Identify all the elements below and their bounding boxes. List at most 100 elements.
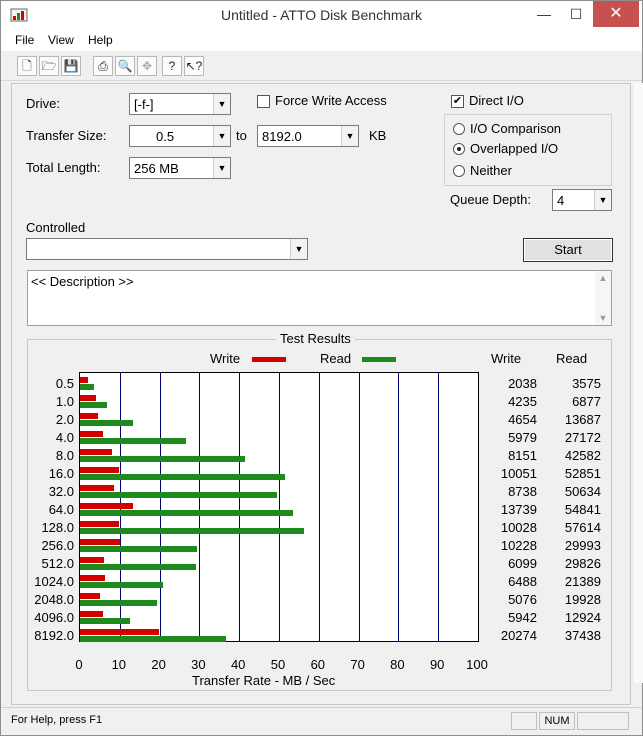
write-bar bbox=[80, 413, 99, 419]
toolbar: 🗋 🗁 💾 ⎙ 🔍 ✥ ? ↖? bbox=[1, 53, 642, 81]
main-panel: Drive: [-f-] ▼ Force Write Access ✔ Dire… bbox=[11, 83, 631, 705]
close-button[interactable]: ✕ bbox=[593, 1, 639, 27]
x-tick-label: 80 bbox=[390, 657, 405, 672]
write-bar bbox=[80, 575, 106, 581]
write-bar bbox=[80, 503, 134, 509]
context-help-icon[interactable]: ↖? bbox=[184, 56, 204, 76]
new-icon[interactable]: 🗋 bbox=[17, 56, 37, 76]
menu-help[interactable]: Help bbox=[88, 33, 113, 47]
transfer-size-row-label: 2048.0 bbox=[34, 592, 74, 607]
controlled-select[interactable]: ▼ bbox=[26, 238, 308, 260]
transfer-size-row-label: 4.0 bbox=[55, 430, 74, 445]
read-bar bbox=[80, 474, 286, 480]
benchmark-chart bbox=[79, 372, 479, 642]
read-bar bbox=[80, 384, 94, 390]
drive-select[interactable]: [-f-] ▼ bbox=[129, 93, 231, 115]
neither-label: Neither bbox=[470, 163, 512, 178]
read-value-cell: 12924 bbox=[564, 610, 601, 625]
write-bar bbox=[80, 629, 159, 635]
transfer-to-select[interactable]: 8192.0 ▼ bbox=[257, 125, 359, 147]
chart-gridline bbox=[319, 373, 320, 641]
total-length-label: Total Length: bbox=[26, 160, 101, 175]
write-value-cell: 4654 bbox=[508, 412, 537, 427]
overlapped-io-radio[interactable] bbox=[453, 143, 465, 155]
write-value-cell: 5076 bbox=[508, 592, 537, 607]
write-value-cell: 6099 bbox=[508, 556, 537, 571]
x-tick-label: 70 bbox=[350, 657, 365, 672]
chart-gridline bbox=[438, 373, 439, 641]
direct-io-label: Direct I/O bbox=[469, 93, 524, 108]
neither-radio[interactable] bbox=[453, 165, 465, 177]
scroll-down-icon[interactable]: ▼ bbox=[595, 313, 611, 323]
open-icon[interactable]: 🗁 bbox=[39, 56, 59, 76]
write-bar bbox=[80, 395, 97, 401]
chevron-down-icon: ▼ bbox=[341, 126, 358, 146]
write-value-cell: 8151 bbox=[508, 448, 537, 463]
write-bar bbox=[80, 431, 104, 437]
legend-read-swatch bbox=[362, 357, 396, 362]
transfer-size-row-label: 0.5 bbox=[55, 376, 74, 391]
read-bar bbox=[80, 492, 277, 498]
chevron-down-icon: ▼ bbox=[213, 94, 230, 114]
chevron-down-icon: ▼ bbox=[290, 239, 307, 259]
io-comparison-radio[interactable] bbox=[453, 123, 465, 135]
x-tick-label: 40 bbox=[230, 657, 246, 672]
read-bar bbox=[80, 420, 134, 426]
read-value-cell: 29993 bbox=[564, 538, 601, 553]
total-length-select[interactable]: 256 MB ▼ bbox=[129, 157, 231, 179]
description-scrollbar[interactable]: ▲ ▼ bbox=[595, 271, 611, 325]
read-bar bbox=[80, 438, 186, 444]
write-value-cell: 6488 bbox=[508, 574, 537, 589]
read-bar bbox=[80, 510, 294, 516]
read-column-header: Read bbox=[556, 351, 588, 366]
write-value-cell: 20274 bbox=[500, 628, 537, 643]
print-preview-icon[interactable]: 🔍 bbox=[115, 56, 135, 76]
read-value-cell: 21389 bbox=[564, 574, 601, 589]
minimize-button[interactable]: — bbox=[529, 1, 559, 27]
menu-view[interactable]: View bbox=[48, 33, 74, 47]
x-tick-label: 100 bbox=[466, 657, 488, 672]
app-window: Untitled - ATTO Disk Benchmark — ☐ ✕ Fil… bbox=[0, 0, 643, 736]
maximize-button[interactable]: ☐ bbox=[561, 1, 591, 27]
write-value-cell: 10028 bbox=[500, 520, 537, 535]
transfer-size-row-label: 4096.0 bbox=[34, 610, 74, 625]
direct-io-checkbox[interactable]: ✔ bbox=[451, 95, 464, 108]
background-window-edge bbox=[634, 83, 643, 683]
x-tick-label: 10 bbox=[111, 657, 127, 672]
legend-write-label: Write bbox=[210, 351, 241, 366]
read-bar bbox=[80, 402, 107, 408]
x-tick-label: 50 bbox=[270, 657, 286, 672]
overlapped-io-label: Overlapped I/O bbox=[470, 141, 559, 156]
x-tick-label: 60 bbox=[310, 657, 326, 672]
chart-gridline bbox=[279, 373, 280, 641]
scroll-up-icon[interactable]: ▲ bbox=[595, 273, 611, 283]
transfer-size-row-label: 1024.0 bbox=[34, 574, 74, 589]
move-icon: ✥ bbox=[137, 56, 157, 76]
status-pane-blank bbox=[511, 712, 537, 730]
read-value-cell: 50634 bbox=[564, 484, 601, 499]
description-textarea[interactable]: << Description >> ▲ ▼ bbox=[27, 270, 612, 326]
write-value-cell: 8738 bbox=[508, 484, 537, 499]
chart-gridline bbox=[160, 373, 161, 641]
legend-read-label: Read bbox=[320, 351, 352, 366]
status-bar: For Help, press F1 NUM bbox=[1, 707, 642, 735]
queue-depth-select[interactable]: 4 ▼ bbox=[552, 189, 612, 211]
read-value-cell: 54841 bbox=[564, 502, 601, 517]
transfer-size-row-label: 512.0 bbox=[41, 556, 74, 571]
write-bar bbox=[80, 521, 119, 527]
radio-selected-dot bbox=[457, 147, 461, 151]
write-value-cell: 13739 bbox=[500, 502, 537, 517]
transfer-from-select[interactable]: 0.5 ▼ bbox=[129, 125, 231, 147]
read-value-cell: 19928 bbox=[564, 592, 601, 607]
read-bar bbox=[80, 456, 246, 462]
write-value-cell: 2038 bbox=[508, 376, 537, 391]
print-icon[interactable]: ⎙ bbox=[93, 56, 113, 76]
menu-file[interactable]: File bbox=[15, 33, 34, 47]
chevron-down-icon: ▼ bbox=[594, 190, 611, 210]
help-icon[interactable]: ? bbox=[162, 56, 182, 76]
force-write-checkbox[interactable] bbox=[257, 95, 270, 108]
save-icon[interactable]: 💾 bbox=[61, 56, 81, 76]
transfer-from-value: 0.5 bbox=[156, 129, 175, 144]
start-button[interactable]: Start bbox=[523, 238, 613, 262]
controlled-label: Controlled bbox=[26, 220, 86, 235]
